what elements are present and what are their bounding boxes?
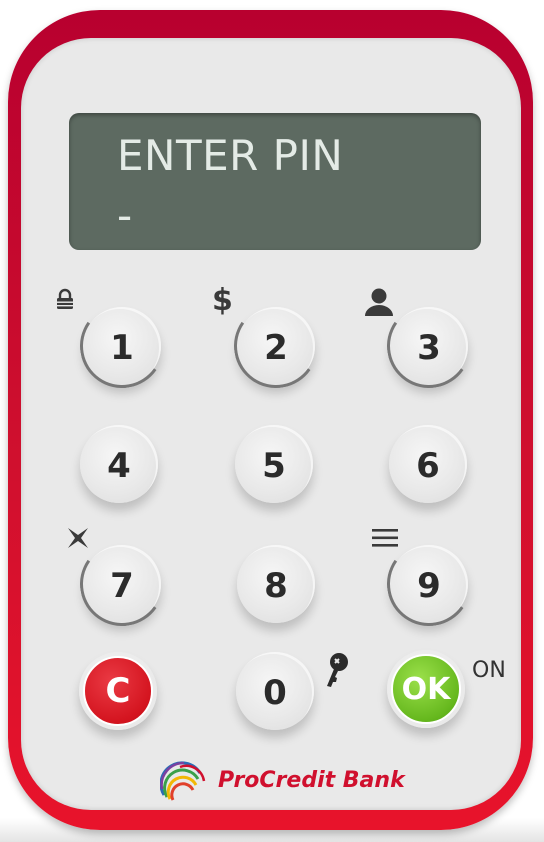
key-1[interactable]: 1 xyxy=(83,307,161,385)
ok-button[interactable]: OK xyxy=(387,650,465,728)
key-2-label: 2 xyxy=(264,328,288,368)
key-7[interactable]: 7 xyxy=(83,545,161,623)
key-7-label: 7 xyxy=(110,566,134,606)
lcd-display: ENTER PIN - xyxy=(69,113,481,250)
key-9-label: 9 xyxy=(417,566,441,606)
brand-footer: ProCredit Bank xyxy=(160,760,405,801)
brand-name: ProCredit Bank xyxy=(218,767,405,793)
user-icon xyxy=(365,288,393,316)
key-9[interactable]: 9 xyxy=(390,545,468,623)
key-8[interactable]: 8 xyxy=(237,545,315,623)
key-3-label: 3 xyxy=(417,328,441,368)
key-2[interactable]: 2 xyxy=(237,307,315,385)
on-label: ON xyxy=(472,658,506,683)
key-4-label: 4 xyxy=(107,446,131,486)
key-0-label: 0 xyxy=(263,673,287,713)
lock-icon xyxy=(57,288,73,309)
key-6-label: 6 xyxy=(416,446,440,486)
key-1-label: 1 xyxy=(110,328,134,368)
menu-icon xyxy=(372,529,398,547)
key-0[interactable]: 0 xyxy=(236,652,314,730)
key-8-label: 8 xyxy=(264,566,288,606)
key-6[interactable]: 6 xyxy=(389,425,467,503)
key-4[interactable]: 4 xyxy=(80,425,158,503)
lcd-line-1: ENTER PIN xyxy=(117,131,344,180)
key-3[interactable]: 3 xyxy=(390,307,468,385)
clear-button-label: C xyxy=(83,656,153,726)
ok-button-label: OK xyxy=(391,654,461,724)
key-icon xyxy=(327,653,348,687)
clear-button[interactable]: C xyxy=(79,652,157,730)
lcd-line-2: - xyxy=(117,191,133,240)
procredit-logo-icon xyxy=(160,761,206,801)
key-5[interactable]: 5 xyxy=(235,425,313,503)
key-5-label: 5 xyxy=(262,446,286,486)
sparkle-icon xyxy=(68,528,88,548)
dollar-icon: $ xyxy=(212,283,233,318)
